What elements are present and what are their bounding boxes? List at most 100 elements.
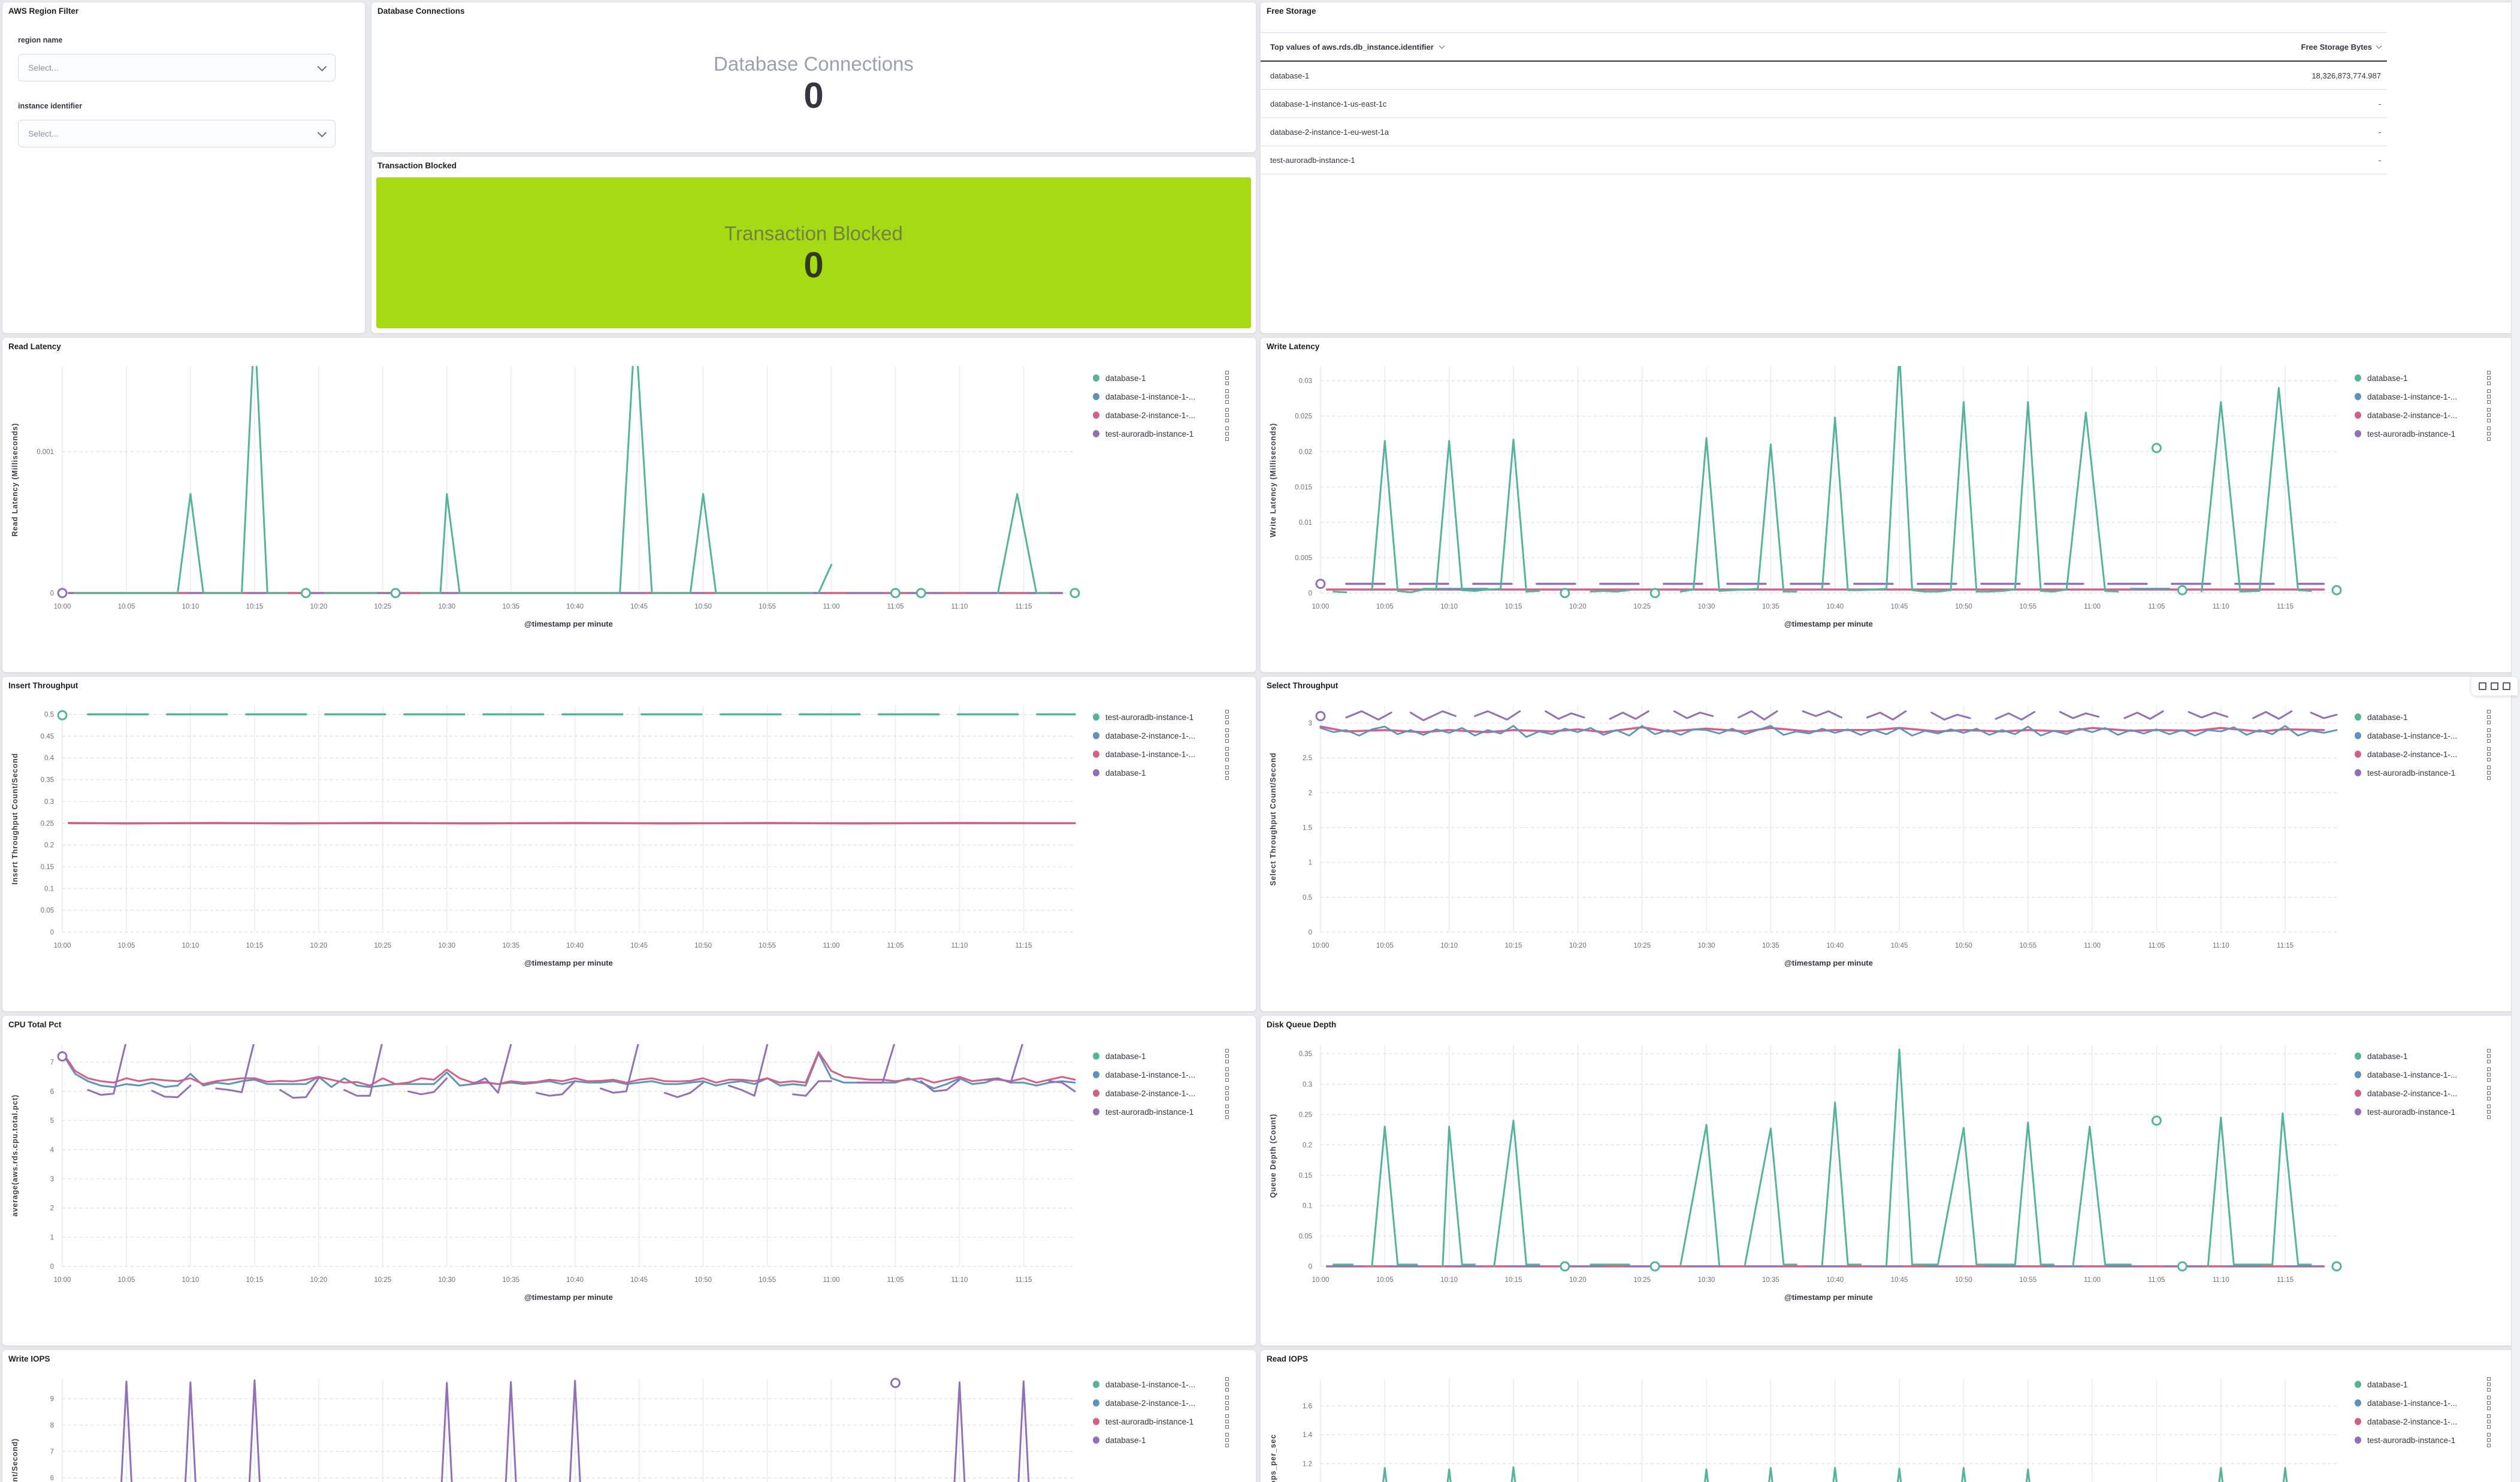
legend-item[interactable]: database-1-instance-1-... [1093, 1068, 1229, 1081]
legend-options-icon[interactable] [2487, 1396, 2491, 1410]
chart-legend: test-auroradb-instance-1 database-2-insta… [1093, 710, 1229, 779]
region-name-select[interactable]: Select... [18, 54, 336, 81]
table-row: database-2-instance-1-eu-west-1a- [1261, 118, 2387, 146]
svg-text:9: 9 [50, 1396, 54, 1403]
page-scrollbar[interactable] [2511, 0, 2520, 1482]
select-throughput-chart[interactable]: 00.511.522.5310:0010:0510:1010:1510:2010… [1261, 677, 2518, 1011]
read-iops-chart[interactable]: 1.61.41.210:0010:0510:1010:1510:2010:251… [1261, 1350, 2518, 1482]
legend-item[interactable]: database-1-instance-1-... [2355, 1396, 2491, 1410]
legend-item[interactable]: database-1 [1093, 371, 1229, 385]
legend-options-icon[interactable] [1225, 408, 1229, 422]
legend-item[interactable]: test-auroradb-instance-1 [1093, 710, 1229, 724]
legend-options-icon[interactable] [1225, 1396, 1229, 1410]
legend-options-icon[interactable] [2487, 1377, 2491, 1392]
legend-item[interactable]: database-1 [1093, 766, 1229, 779]
legend-options-icon[interactable] [2487, 710, 2491, 724]
legend-item[interactable]: database-1-instance-1-... [1093, 390, 1229, 403]
legend-options-icon[interactable] [2487, 728, 2491, 743]
panel-title: Free Storage [1267, 7, 1316, 16]
legend-options-icon[interactable] [2487, 1049, 2491, 1063]
write-iops-chart[interactable]: 987610:0010:0510:1010:1510:2010:2510:301… [2, 1350, 1256, 1482]
legend-item[interactable]: test-auroradb-instance-1 [2355, 1105, 2491, 1118]
legend-item[interactable]: test-auroradb-instance-1 [2355, 1433, 2491, 1447]
legend-options-icon[interactable] [1225, 1414, 1229, 1429]
legend-item[interactable]: database-1 [1093, 1433, 1229, 1447]
instance-identifier-select[interactable]: Select... [18, 120, 336, 147]
legend-item[interactable]: database-1-instance-1-... [2355, 1068, 2491, 1081]
svg-text:10:20: 10:20 [1569, 942, 1587, 949]
legend-options-icon[interactable] [1225, 1067, 1229, 1082]
legend-options-icon[interactable] [1225, 427, 1229, 441]
legend-item[interactable]: database-1 [2355, 1378, 2491, 1391]
legend-options-icon[interactable] [1225, 747, 1229, 761]
y-axis-title: Select Throughput Count/Second [1263, 706, 1283, 932]
svg-text:0.3: 0.3 [1303, 1081, 1312, 1088]
legend-options-icon[interactable] [1225, 1377, 1229, 1392]
legend-item[interactable]: test-auroradb-instance-1 [1093, 427, 1229, 440]
legend-options-icon[interactable] [2487, 1105, 2491, 1119]
legend-label: database-1 [1105, 374, 1223, 383]
svg-text:1: 1 [50, 1234, 54, 1241]
legend-options-icon[interactable] [2487, 408, 2491, 422]
legend-item[interactable]: database-1 [1093, 1050, 1229, 1063]
svg-text:10:50: 10:50 [1955, 942, 1972, 949]
cpu-total-pct-chart[interactable]: 0123456710:0010:0510:1010:1510:2010:2510… [2, 1016, 1256, 1345]
disk-queue-depth-chart[interactable]: 00.050.10.150.20.250.30.3510:0010:0510:1… [1261, 1016, 2518, 1345]
legend-options-icon[interactable] [2487, 1433, 2491, 1447]
legend-options-icon[interactable] [1225, 1105, 1229, 1119]
column-header-identifier[interactable]: Top values of aws.rds.db_instance.identi… [1261, 43, 1881, 52]
legend-options-icon[interactable] [2487, 427, 2491, 441]
legend-item[interactable]: test-auroradb-instance-1 [1093, 1105, 1229, 1118]
svg-text:10:45: 10:45 [1891, 603, 1908, 610]
insert-throughput-chart[interactable]: 00.050.10.150.20.250.30.350.40.450.510:0… [2, 677, 1256, 1011]
svg-text:10:25: 10:25 [374, 942, 391, 949]
legend-item[interactable]: database-2-instance-1-... [1093, 729, 1229, 742]
legend-item[interactable]: database-2-instance-1-... [2355, 1415, 2491, 1428]
svg-text:11:00: 11:00 [823, 942, 840, 949]
legend-options-icon[interactable] [2487, 1067, 2491, 1082]
column-header-free-storage-bytes[interactable]: Free Storage Bytes [1881, 43, 2387, 52]
legend-item[interactable]: database-1 [2355, 710, 2491, 724]
legend-options-icon[interactable] [1225, 710, 1229, 724]
legend-item[interactable]: database-2-instance-1-... [2355, 409, 2491, 422]
legend-options-icon[interactable] [2487, 1414, 2491, 1429]
legend-label: test-auroradb-instance-1 [1105, 430, 1223, 438]
legend-options-icon[interactable] [1225, 1086, 1229, 1100]
legend-options-icon[interactable] [1225, 1049, 1229, 1063]
legend-options-icon[interactable] [2487, 1086, 2491, 1100]
legend-options-icon[interactable] [1225, 766, 1229, 780]
read-latency-chart[interactable]: 00.00110:0010:0510:1010:1510:2010:2510:3… [2, 338, 1256, 672]
legend-options-icon[interactable] [1225, 1433, 1229, 1447]
svg-text:0: 0 [50, 929, 54, 936]
svg-text:10:30: 10:30 [1698, 1277, 1715, 1284]
legend-item[interactable]: database-1-instance-1-... [1093, 1378, 1229, 1391]
legend-item[interactable]: database-1-instance-1-... [2355, 390, 2491, 403]
legend-options-icon[interactable] [2487, 371, 2491, 385]
legend-item[interactable]: database-2-instance-1-... [1093, 409, 1229, 422]
legend-item[interactable]: database-1-instance-1-... [2355, 729, 2491, 742]
svg-text:11:00: 11:00 [823, 603, 840, 610]
legend-options-icon[interactable] [1225, 371, 1229, 385]
legend-label: database-1 [2367, 1380, 2485, 1389]
legend-item[interactable]: test-auroradb-instance-1 [2355, 766, 2491, 779]
panel-hover-menu[interactable] [2471, 677, 2518, 695]
legend-options-icon[interactable] [1225, 728, 1229, 743]
legend-item[interactable]: database-2-instance-1-... [2355, 1087, 2491, 1100]
legend-options-icon[interactable] [1225, 389, 1229, 404]
panel-disk-queue-depth: Disk Queue Depth 00.050.10.150.20.250.30… [1261, 1016, 2518, 1345]
legend-options-icon[interactable] [2487, 766, 2491, 780]
legend-options-icon[interactable] [2487, 747, 2491, 761]
legend-item[interactable]: test-auroradb-instance-1 [2355, 427, 2491, 440]
write-latency-chart[interactable]: 00.0050.010.0150.020.0250.0310:0010:0510… [1261, 338, 2518, 672]
legend-item[interactable]: database-1-instance-1-... [1093, 748, 1229, 761]
legend-item[interactable]: database-2-instance-1-... [1093, 1396, 1229, 1410]
svg-text:10:45: 10:45 [630, 1277, 648, 1284]
legend-item[interactable]: database-2-instance-1-... [2355, 748, 2491, 761]
legend-item[interactable]: test-auroradb-instance-1 [1093, 1415, 1229, 1428]
legend-item[interactable]: database-1 [2355, 371, 2491, 385]
svg-text:11:05: 11:05 [2148, 603, 2165, 610]
legend-item[interactable]: database-2-instance-1-... [1093, 1087, 1229, 1100]
chart-legend: database-1-instance-1-... database-2-inst… [1093, 1378, 1229, 1447]
legend-item[interactable]: database-1 [2355, 1050, 2491, 1063]
legend-options-icon[interactable] [2487, 389, 2491, 404]
